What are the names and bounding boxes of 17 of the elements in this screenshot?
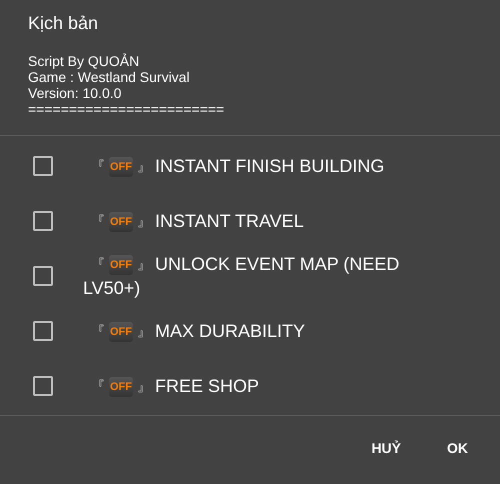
ok-button[interactable]: OK [429,430,486,466]
dialog-title: Kịch bản [27,12,100,35]
cancel-button[interactable]: HUỶ [353,430,419,466]
checkbox[interactable] [33,320,53,340]
info-line: Version: 10.0.0 [28,85,122,101]
info-line: Script By QUOẢN [28,53,140,69]
info-line: ======================== [28,101,226,117]
option-label: 『 OFF 』 FREE SHOP [90,374,260,398]
option-label: 『 OFF 』 INSTANT TRAVEL [90,210,305,232]
option-label: 『 OFF 』 INSTANT FINISH BUILDING [90,154,386,178]
checkbox[interactable] [33,266,53,286]
checkbox[interactable] [33,376,53,396]
option-label: 『 OFF 』 UNLOCK EVENT MAP (NEED LV50+) [83,252,400,300]
info-line: Game : Westland Survival [28,69,191,85]
checkbox[interactable] [33,156,53,176]
checkbox[interactable] [33,210,53,230]
option-label: 『 OFF 』 MAX DURABILITY [90,320,306,342]
